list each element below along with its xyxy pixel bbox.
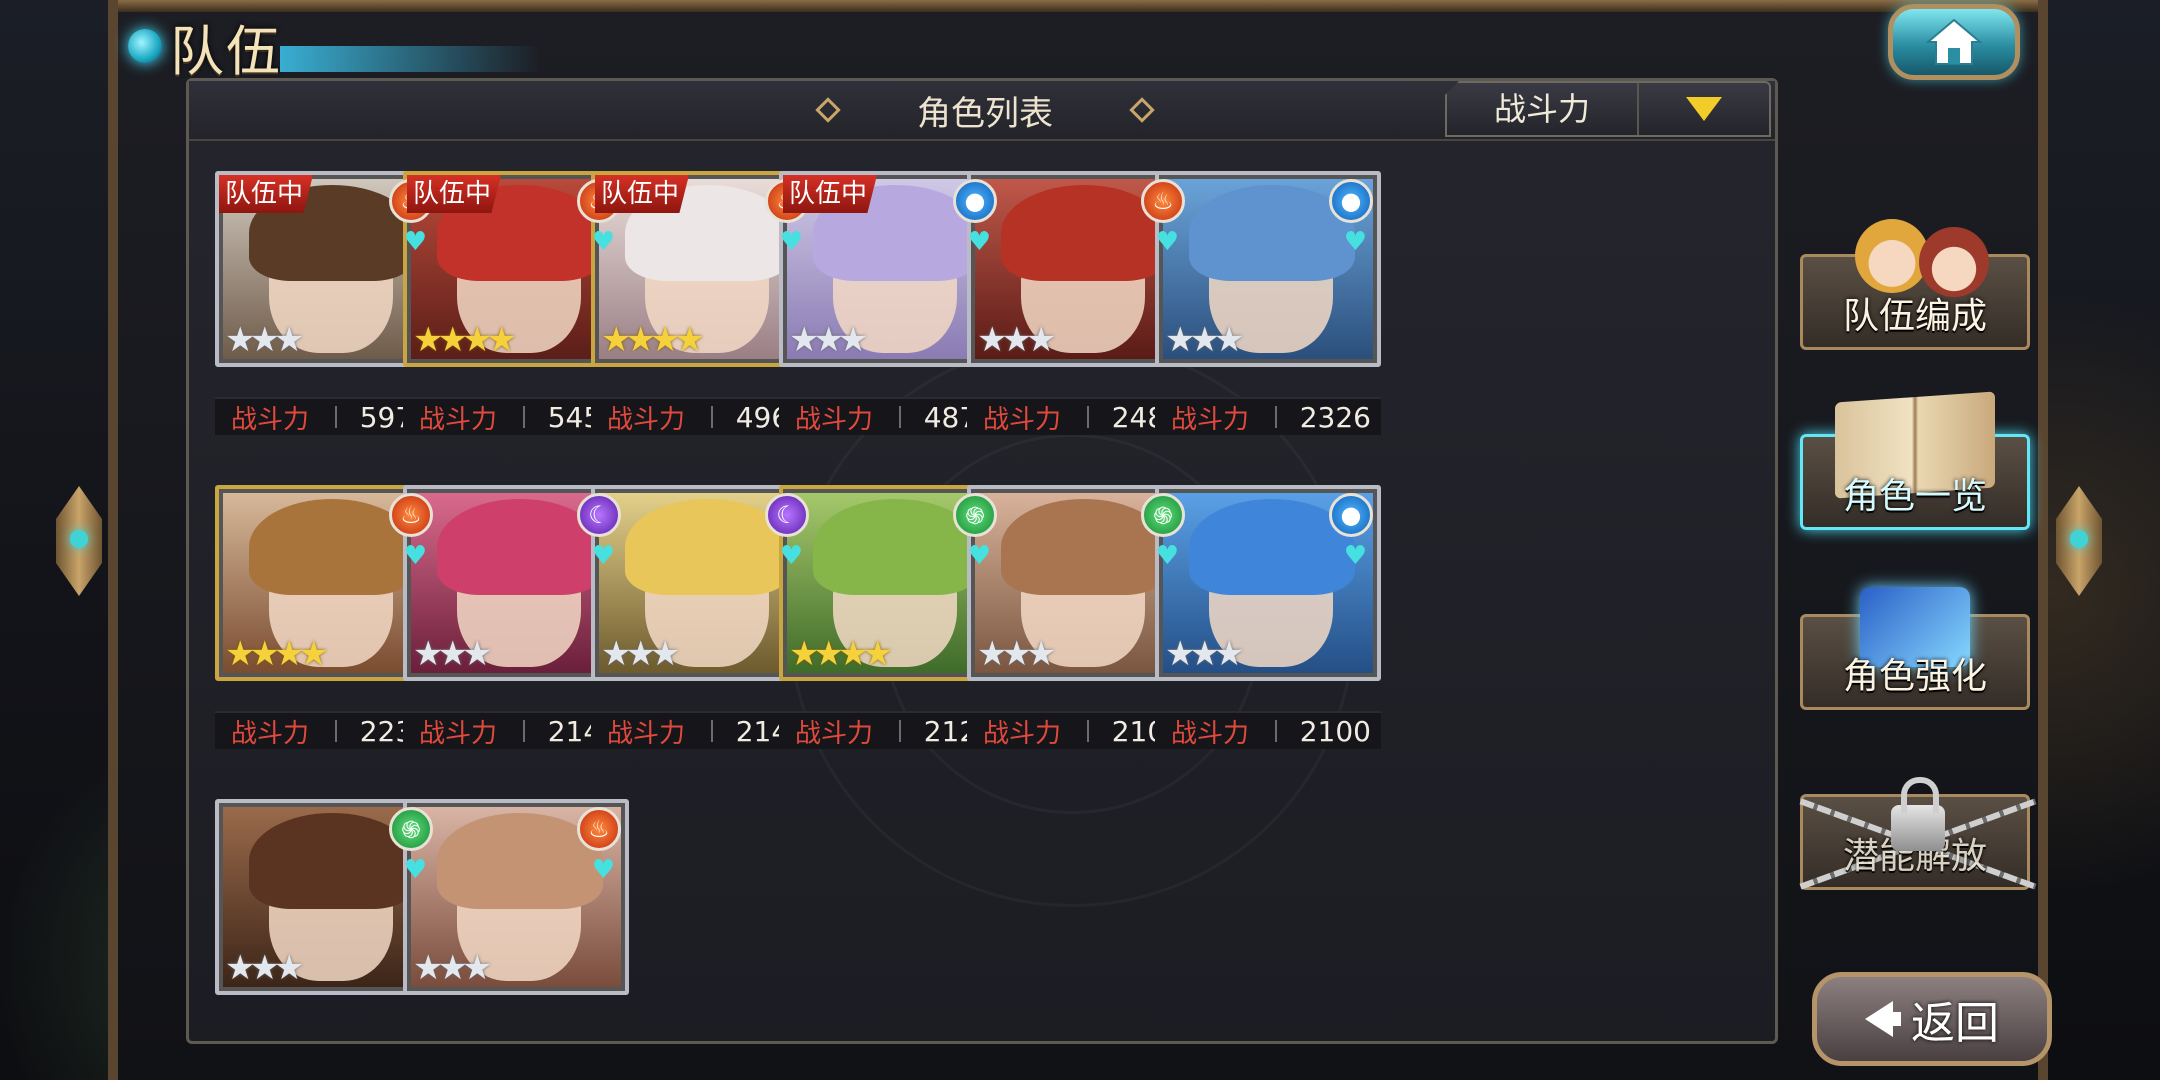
rarity-stars: ★★★ [789,320,868,360]
sort-label: 战斗力 [1447,83,1639,135]
power-value: 2100 [1299,714,1371,748]
character-list-label: 角色一览 [1842,476,1987,517]
screen-title: 队伍 [170,19,282,83]
heart-icon: ♥ [779,227,803,257]
rarity-stars: ★★★ [413,948,492,988]
character-portrait[interactable]: ♨ ♥ ★★★ [403,799,629,995]
title-swoosh [280,46,540,72]
character-portrait[interactable]: ● ♥ ★★★ [1155,485,1381,681]
rarity-stars: ★★★ [977,634,1056,674]
power-label: 战斗力 [1171,404,1250,435]
in-team-tag: 队伍中 [783,175,878,213]
team-edit-label: 队伍编成 [1842,296,1987,337]
dropdown-arrow-icon[interactable] [1639,97,1769,121]
dark-element-icon: ☾ [765,493,809,537]
rarity-stars: ★★★ [601,634,680,674]
wind-element-icon: ֍ [1141,493,1185,537]
home-button[interactable] [1888,4,2020,80]
rarity-stars: ★★★★ [789,634,893,674]
rarity-stars: ★★★★ [225,634,329,674]
in-team-tag: 队伍中 [407,175,502,213]
wind-element-icon: ֍ [953,493,997,537]
power-label: 战斗力 [795,404,874,435]
power-label: 战斗力 [1171,718,1250,749]
character-card[interactable]: ♨ ♥ ★★★ [403,799,629,1064]
rarity-stars: ★★★ [1165,634,1244,674]
character-enhance-label: 角色强化 [1842,656,1987,697]
water-element-icon: ● [1329,179,1373,223]
power-label: 战斗力 [419,404,498,435]
heart-icon: ♥ [779,541,803,571]
rarity-stars: ★★★ [225,948,304,988]
heart-icon: ♥ [591,227,615,257]
power-label: 战斗力 [607,718,686,749]
panel-header: 角色列表 战斗力 [189,81,1775,139]
power-label: 战斗力 [231,404,310,435]
heart-icon: ♥ [403,855,427,885]
character-list-button[interactable]: 角色一览 [1800,391,2030,530]
character-portrait[interactable]: ● ♥ ★★★ [1155,171,1381,367]
power-bar: 战斗力 2326 [1155,397,1381,435]
rarity-stars: ★★★★ [413,320,517,360]
potential-release-button[interactable]: 潜能解放 [1799,777,2037,890]
wind-element-icon: ֍ [389,807,433,851]
heart-icon: ♥ [403,541,427,571]
power-label: 战斗力 [419,718,498,749]
heart-icon: ♥ [967,227,991,257]
rarity-stars: ★★★ [413,634,492,674]
power-label: 战斗力 [231,718,310,749]
power-bar: 战斗力 2100 [1155,711,1381,749]
water-element-icon: ● [953,179,997,223]
heart-icon: ♥ [591,855,615,885]
title-diamond-left-icon [815,97,841,123]
home-icon [1925,18,1983,65]
title-orb-icon [128,29,162,63]
dark-element-icon: ☾ [577,493,621,537]
back-arrow-icon [1865,1001,1893,1037]
character-card[interactable]: ● ♥ ★★★ 战斗力 2100 [1155,485,1381,750]
in-team-tag: 队伍中 [219,175,314,213]
panel-title: 角色列表 [917,93,1053,134]
power-value: 2326 [1299,400,1371,434]
power-label: 战斗力 [983,718,1062,749]
heart-icon: ♥ [1343,227,1367,257]
character-enhance-button[interactable]: 角色强化 [1800,587,2030,710]
power-label: 战斗力 [795,718,874,749]
fire-element-icon: ♨ [389,493,433,537]
back-button[interactable]: 返回 [1812,972,2052,1066]
power-label: 战斗力 [607,404,686,435]
back-arrow-stem [1891,1012,1901,1026]
heart-icon: ♥ [591,541,615,571]
rarity-stars: ★★★ [1165,320,1244,360]
fire-element-icon: ♨ [1141,179,1185,223]
team-edit-button[interactable]: 队伍编成 [1800,219,2030,350]
screen-title-area: 队伍 [120,6,540,86]
title-diamond-right-icon [1129,97,1155,123]
character-list-panel: 角色列表 战斗力 队伍中♨♥★★★战斗力5971队伍中♨♥★★★★战斗力5459… [186,78,1778,1044]
power-label: 战斗力 [983,404,1062,435]
water-element-icon: ● [1329,493,1373,537]
heart-icon: ♥ [1155,541,1179,571]
rarity-stars: ★★★★ [601,320,705,360]
heart-icon: ♥ [1343,541,1367,571]
heart-icon: ♥ [1155,227,1179,257]
fire-element-icon: ♨ [577,807,621,851]
heart-icon: ♥ [967,541,991,571]
character-card[interactable]: ● ♥ ★★★ 战斗力 2326 [1155,171,1381,436]
sort-dropdown[interactable]: 战斗力 [1445,81,1771,137]
rarity-stars: ★★★ [977,320,1056,360]
back-label: 返回 [1911,998,1999,1049]
heart-icon: ♥ [403,227,427,257]
lock-icon [1891,777,1945,851]
rarity-stars: ★★★ [225,320,304,360]
in-team-tag: 队伍中 [595,175,690,213]
